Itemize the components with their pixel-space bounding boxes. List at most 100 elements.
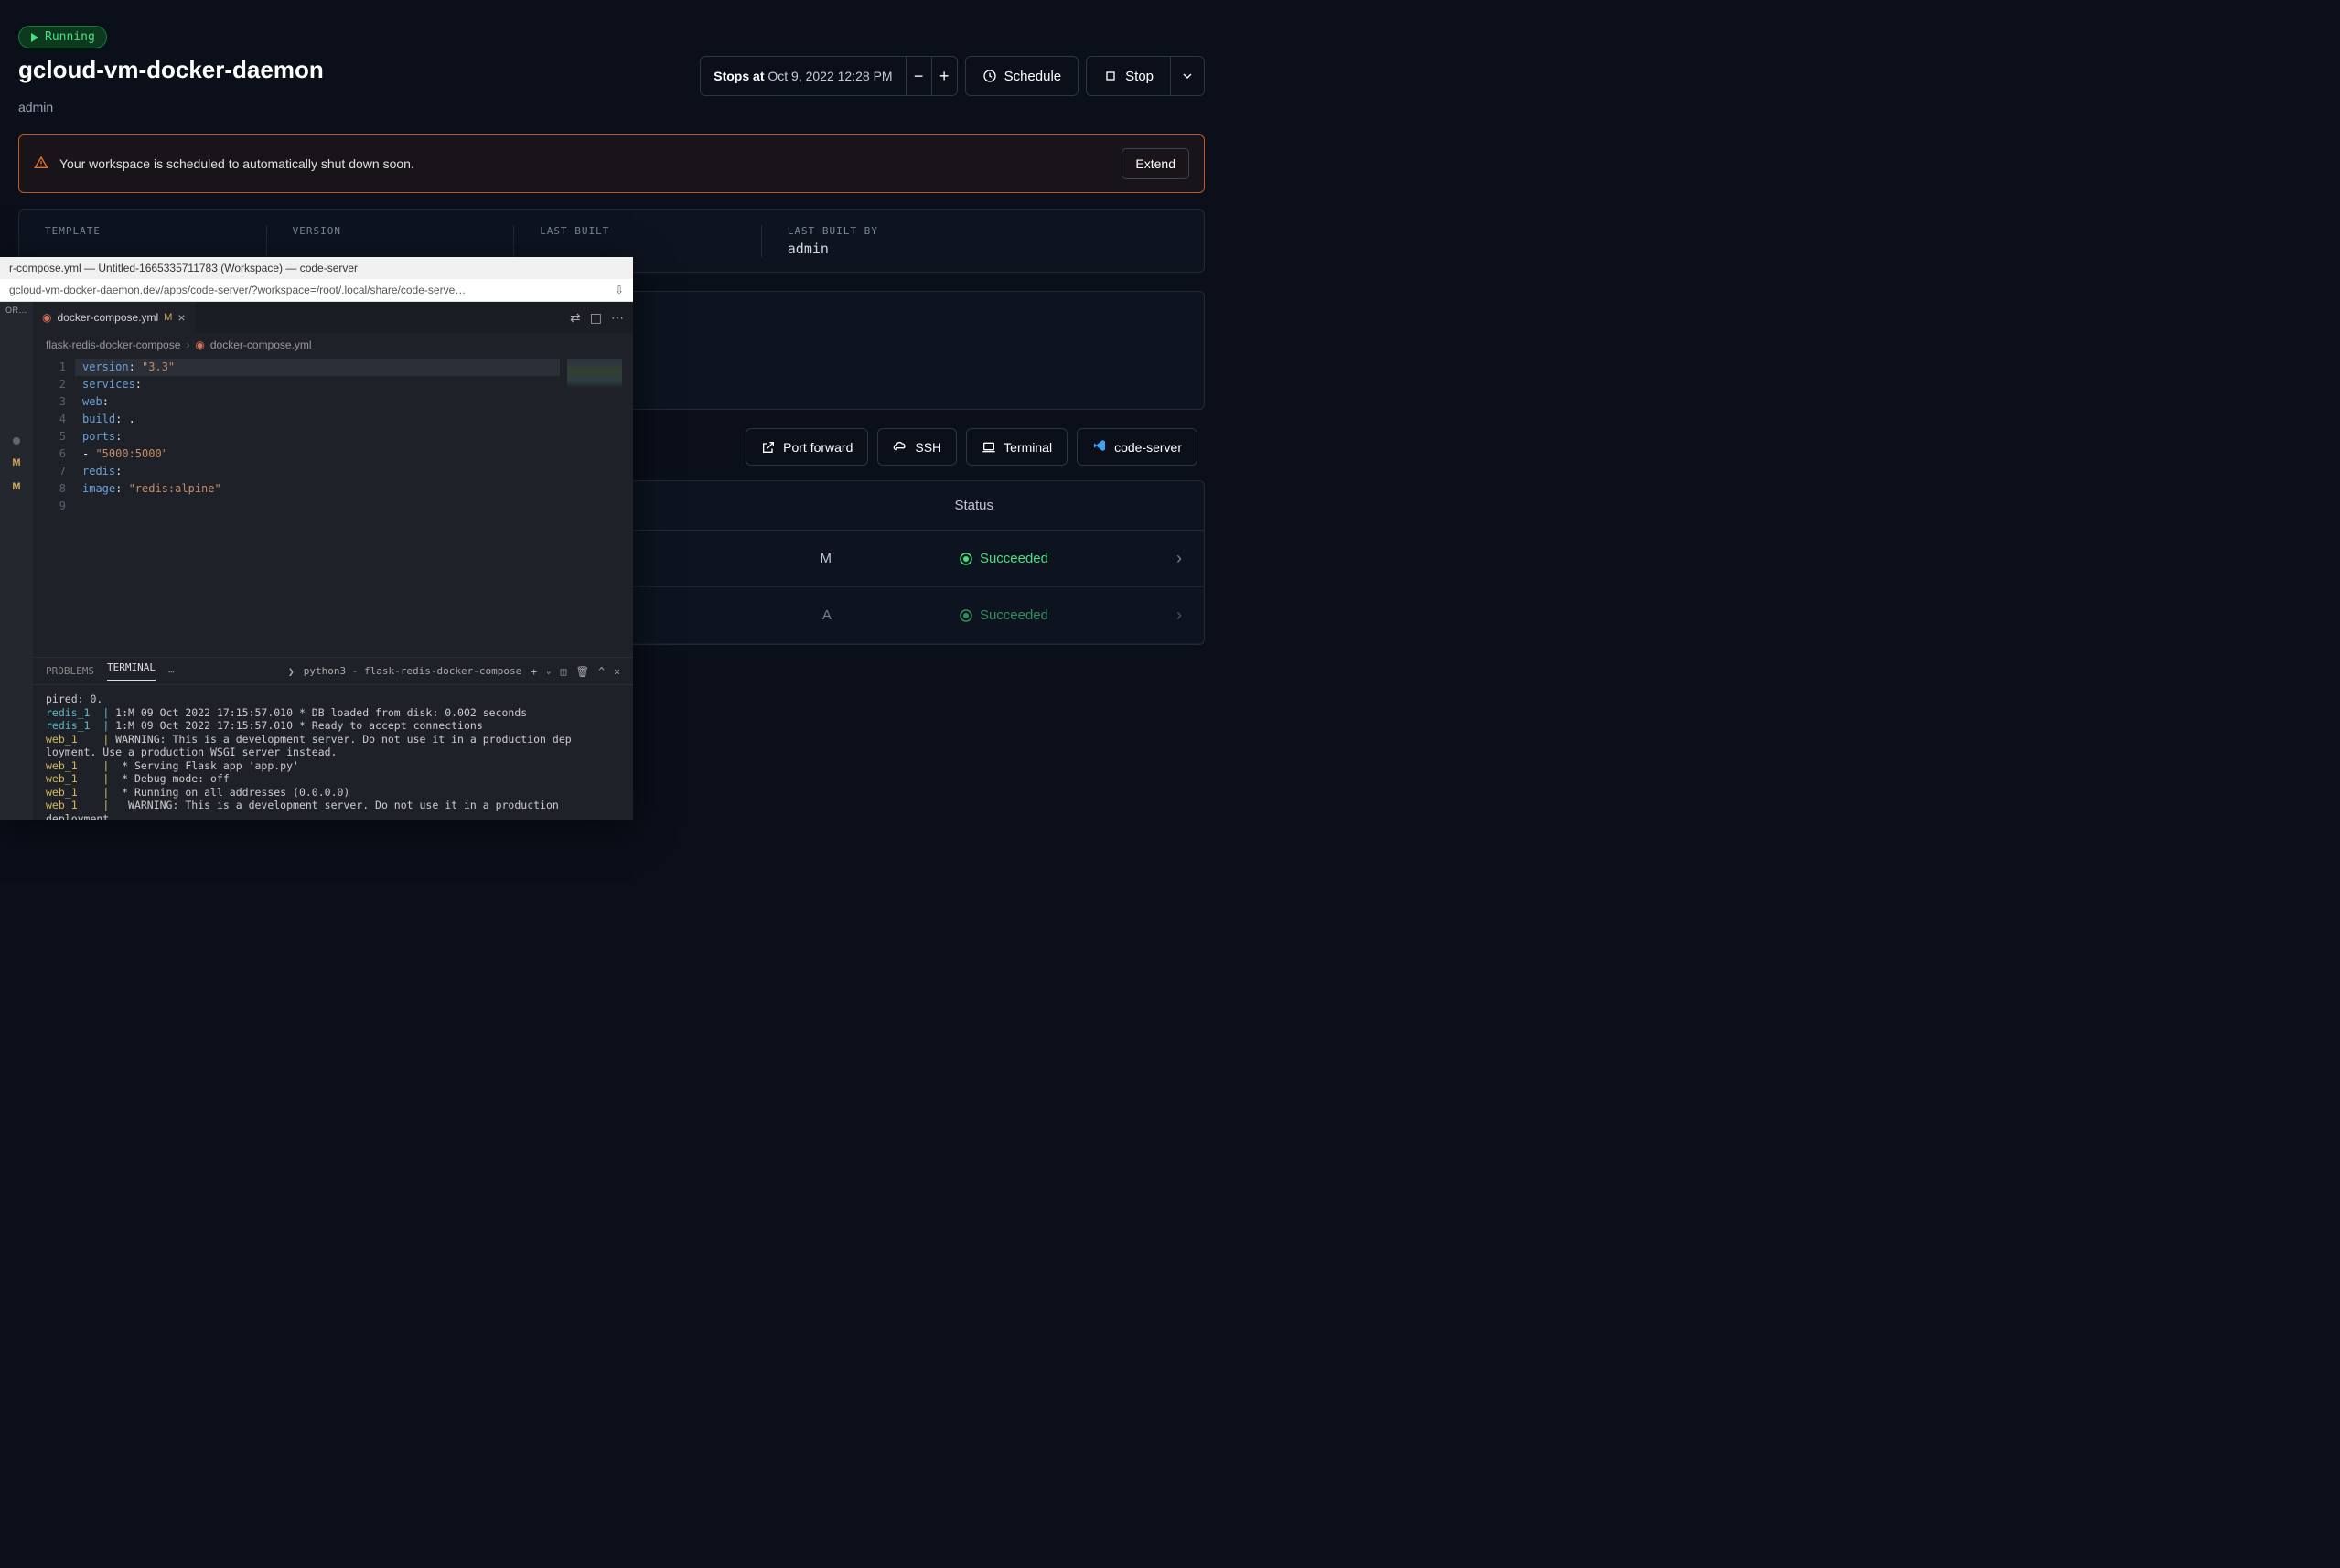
warning-text: Your workspace is scheduled to automatic… <box>59 156 414 171</box>
stop-group: Stop <box>1086 56 1205 96</box>
title-row: gcloud-vm-docker-daemon Stops at Oct 9, … <box>0 48 1223 96</box>
decrease-time-button[interactable]: − <box>906 57 931 95</box>
port-forward-label: Port forward <box>783 440 853 455</box>
info-cell-version: VERSION <box>267 225 515 257</box>
cloud-icon <box>893 440 907 455</box>
stops-label: Stops at <box>714 69 764 83</box>
warning-banner: Your workspace is scheduled to automatic… <box>18 134 1205 193</box>
last-built-by-value: admin <box>788 241 1178 257</box>
warning-icon <box>34 156 48 173</box>
stops-text: Stops at Oct 9, 2022 12:28 PM <box>701 69 905 83</box>
code-server-button[interactable]: code-server <box>1077 428 1197 466</box>
window-title: r-compose.yml — Untitled-1665335711783 (… <box>9 262 358 274</box>
status-row-time: M <box>820 551 832 566</box>
info-cell-last-built-by: LAST BUILT BY admin <box>762 225 1204 257</box>
running-badge: Running <box>18 26 107 48</box>
breadcrumb-sep: › <box>186 338 189 351</box>
status-text: Succeeded <box>980 607 1048 623</box>
close-tab-icon[interactable]: × <box>177 310 185 325</box>
stops-value: Oct 9, 2022 12:28 PM <box>767 69 892 83</box>
maximize-panel-icon[interactable]: ^ <box>598 665 605 678</box>
window-url: gcloud-vm-docker-daemon.dev/apps/code-se… <box>9 284 466 296</box>
window-titlebar: r-compose.yml — Untitled-1665335711783 (… <box>0 257 633 279</box>
chevron-down-icon <box>1180 69 1195 83</box>
dropdown-icon[interactable]: ⌄ <box>546 667 551 676</box>
new-terminal-icon[interactable]: + <box>531 665 537 678</box>
terminal-tabs: PROBLEMS TERMINAL ⋯ ❯ python3 - flask-re… <box>33 658 633 685</box>
compare-icon[interactable]: ⇄ <box>570 310 581 326</box>
terminal-tab[interactable]: TERMINAL <box>107 661 156 681</box>
more-icon[interactable]: ⋯ <box>168 665 175 678</box>
ssh-label: SSH <box>915 440 941 455</box>
increase-time-button[interactable]: + <box>931 57 957 95</box>
more-icon[interactable]: ⋯ <box>611 310 624 326</box>
window-urlbar: gcloud-vm-docker-daemon.dev/apps/code-se… <box>0 279 633 302</box>
chevron-right-icon: › <box>1176 549 1182 568</box>
terminal-output[interactable]: pired: 0.redis_1 | 1:M 09 Oct 2022 17:15… <box>33 685 633 820</box>
stop-dropdown-button[interactable] <box>1171 56 1205 96</box>
stops-box: Stops at Oct 9, 2022 12:28 PM − + <box>700 56 957 96</box>
breadcrumb-folder: flask-redis-docker-compose <box>46 338 180 351</box>
split-editor-icon[interactable]: ◫ <box>590 310 602 326</box>
split-terminal-icon[interactable]: ◫ <box>561 665 567 678</box>
info-cell-last-built: LAST BUILT <box>514 225 762 257</box>
terminal-shell-name: python3 - flask-redis-docker-compose <box>304 665 521 677</box>
tab-filename: docker-compose.yml <box>57 311 158 324</box>
schedule-button[interactable]: Schedule <box>965 56 1079 96</box>
status-text: Succeeded <box>980 551 1048 566</box>
success-dot-icon <box>960 609 972 622</box>
schedule-label: Schedule <box>1004 69 1062 84</box>
stop-label: Stop <box>1125 69 1154 84</box>
tab-row: ◉ docker-compose.yml M × ⇄ ◫ ⋯ <box>33 302 633 333</box>
ssh-button[interactable]: SSH <box>877 428 957 466</box>
template-label: TEMPLATE <box>45 225 241 237</box>
docker-icon: ◉ <box>195 338 204 351</box>
breadcrumb[interactable]: flask-redis-docker-compose › ◉ docker-co… <box>33 333 633 357</box>
modified-badge: M <box>12 481 20 492</box>
version-label: VERSION <box>293 225 488 237</box>
external-link-icon <box>761 440 776 455</box>
line-numbers: 123456789 <box>33 357 75 657</box>
terminal-label: Terminal <box>1004 440 1052 455</box>
running-label: Running <box>45 30 95 44</box>
explorer-label: OR… <box>5 306 27 315</box>
breadcrumb-file: docker-compose.yml <box>210 338 312 351</box>
last-built-by-label: LAST BUILT BY <box>788 225 1178 237</box>
stop-button[interactable]: Stop <box>1086 56 1171 96</box>
clock-icon <box>982 69 997 83</box>
docker-icon: ◉ <box>42 311 51 324</box>
tab-modified-badge: M <box>164 312 172 323</box>
last-built-label: LAST BUILT <box>540 225 735 237</box>
problems-tab[interactable]: PROBLEMS <box>46 665 94 677</box>
terminal-right: ❯ python3 - flask-redis-docker-compose +… <box>288 665 620 678</box>
laptop-icon <box>982 440 996 455</box>
editor-main: ◉ docker-compose.yml M × ⇄ ◫ ⋯ flask-red… <box>33 302 633 820</box>
extend-button[interactable]: Extend <box>1122 148 1189 179</box>
status-row-time: A <box>822 607 832 623</box>
play-icon <box>30 33 39 42</box>
editor-body: OR… M M ◉ docker-compose.yml M × ⇄ ◫ ⋯ <box>0 302 633 820</box>
code-lines: version: "3.3"services: web: build: . po… <box>75 357 633 657</box>
terminal-panel: PROBLEMS TERMINAL ⋯ ❯ python3 - flask-re… <box>33 657 633 820</box>
vscode-icon <box>1092 438 1107 456</box>
install-icon[interactable]: ⇩ <box>615 284 624 296</box>
status-badge: Succeeded <box>960 551 1048 566</box>
activity-dot-icon <box>13 437 20 445</box>
editor-tab[interactable]: ◉ docker-compose.yml M × <box>33 302 195 333</box>
warning-left: Your workspace is scheduled to automatic… <box>34 156 414 173</box>
status-badge: Succeeded <box>960 607 1048 623</box>
activity-bar: OR… M M <box>0 302 33 820</box>
close-panel-icon[interactable]: × <box>614 665 620 678</box>
page-title: gcloud-vm-docker-daemon <box>18 56 324 84</box>
minimap[interactable] <box>560 357 633 657</box>
code-area[interactable]: 123456789 version: "3.3"services: web: b… <box>33 357 633 657</box>
terminal-button[interactable]: Terminal <box>966 428 1068 466</box>
subtitle: admin <box>0 96 1223 118</box>
tab-actions: ⇄ ◫ ⋯ <box>570 310 633 326</box>
terminal-shell-icon: ❯ <box>288 665 295 678</box>
stop-icon <box>1103 69 1118 83</box>
code-server-label: code-server <box>1114 440 1182 455</box>
kill-terminal-icon[interactable]: 🗑 <box>576 665 590 678</box>
port-forward-button[interactable]: Port forward <box>746 428 868 466</box>
editor-window: r-compose.yml — Untitled-1665335711783 (… <box>0 257 633 820</box>
